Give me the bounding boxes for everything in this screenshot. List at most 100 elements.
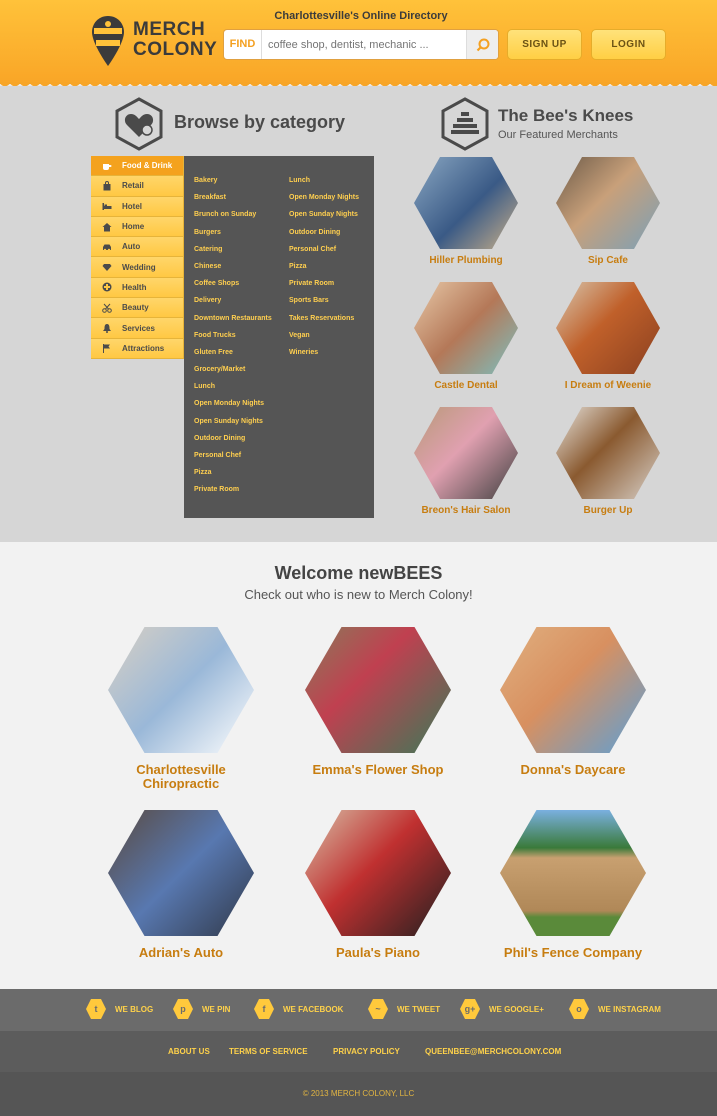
browse-title: Browse by category [174, 112, 346, 132]
category-label: Attractions [122, 343, 165, 353]
bee-pin-logo-icon[interactable] [90, 14, 126, 68]
category-auto[interactable]: Auto [91, 237, 184, 258]
flag-icon [101, 343, 113, 354]
featured-merchant-card[interactable]: Burger Up [556, 407, 660, 516]
merchant-photo [414, 282, 518, 374]
featured-merchant-card[interactable]: Breon's Hair Salon [414, 407, 518, 516]
subcategory-link[interactable]: Open Monday Nights [289, 193, 359, 210]
subcategory-link[interactable]: Delivery [194, 296, 272, 313]
social-link-tweet[interactable]: ~ WE TWEET [368, 999, 440, 1019]
login-button[interactable]: LOGIN [591, 29, 666, 60]
new-merchant-card[interactable]: Emma's Flower Shop [303, 627, 453, 777]
welcome-title: Welcome newBEES [274, 563, 443, 583]
search-button[interactable] [466, 30, 498, 59]
new-merchant-card[interactable]: Paula's Piano [303, 810, 453, 960]
subcategory-link[interactable]: Sports Bars [289, 296, 359, 313]
category-attractions[interactable]: Attractions [91, 338, 184, 359]
search-input[interactable] [262, 30, 466, 59]
social-label: WE PIN [202, 1004, 231, 1014]
social-link-facebook[interactable]: f WE FACEBOOK [254, 999, 343, 1019]
merchant-photo [305, 627, 451, 753]
footer-link-about[interactable]: ABOUT US [168, 1047, 210, 1056]
footer-link-email[interactable]: QUEENBEE@MERCHCOLONY.COM [425, 1047, 561, 1056]
subcategory-link[interactable]: Outdoor Dining [289, 228, 359, 245]
category-wedding[interactable]: Wedding [91, 257, 184, 278]
footer-link-terms[interactable]: TERMS OF SERVICE [229, 1047, 308, 1056]
category-label: Auto [122, 242, 141, 252]
subcategory-column-2: Lunch Open Monday Nights Open Sunday Nig… [289, 176, 359, 365]
subcategory-link[interactable]: Burgers [194, 228, 272, 245]
merchant-name: Breon's Hair Salon [421, 505, 511, 516]
subcategory-link[interactable]: Catering [194, 245, 272, 262]
subcategory-link[interactable]: Pizza [194, 468, 272, 485]
category-services[interactable]: Services [91, 318, 184, 339]
subcategory-link[interactable]: Vegan [289, 331, 359, 348]
copyright-text: © 2013 MERCH COLONY, LLC [302, 1089, 415, 1098]
featured-merchant-card[interactable]: Hiller Plumbing [414, 157, 518, 266]
subcategory-link[interactable]: Gluten Free [194, 348, 272, 365]
new-merchant-card[interactable]: Adrian's Auto [106, 810, 256, 960]
featured-merchant-card[interactable]: I Dream of Weenie [556, 282, 660, 391]
subcategory-link[interactable]: Takes Reservations [289, 314, 359, 331]
featured-title: The Bee's Knees [498, 106, 634, 125]
subcategory-column-1: Bakery Breakfast Brunch on Sunday Burger… [194, 176, 272, 503]
subcategory-link[interactable]: Open Monday Nights [194, 399, 272, 416]
logo-wordmark[interactable]: MERCH COLONY [133, 20, 217, 60]
social-link-blog[interactable]: t WE BLOG [86, 999, 153, 1019]
merchant-photo [500, 627, 646, 753]
merchant-name: Charlottesville Chiropractic [136, 762, 226, 791]
merchant-name: Hiller Plumbing [429, 255, 503, 266]
new-merchant-card[interactable]: Donna's Daycare [498, 627, 648, 777]
subcategory-link[interactable]: Coffee Shops [194, 279, 272, 296]
subcategory-link[interactable]: Private Room [289, 279, 359, 296]
subcategory-link[interactable]: Personal Chef [289, 245, 359, 262]
bag-icon [101, 181, 113, 191]
pinterest-icon: p [173, 999, 193, 1019]
subcategory-link[interactable]: Lunch [194, 382, 272, 399]
subcategory-link[interactable]: Open Sunday Nights [194, 417, 272, 434]
merchant-name: Donna's Daycare [520, 762, 626, 777]
search-find-label: FIND [224, 30, 262, 59]
signup-button[interactable]: SIGN UP [507, 29, 582, 60]
social-label: WE GOOGLE+ [489, 1004, 544, 1014]
category-beauty[interactable]: Beauty [91, 298, 184, 319]
subcategory-link[interactable]: Open Sunday Nights [289, 210, 359, 227]
new-merchant-card[interactable]: Charlottesville Chiropractic [106, 627, 256, 791]
category-food-drink[interactable]: Food & Drink [91, 156, 184, 177]
merchant-name: Sip Cafe [587, 255, 628, 266]
featured-merchant-card[interactable]: Sip Cafe [556, 157, 660, 266]
scissors-icon [101, 303, 113, 313]
featured-merchant-card[interactable]: Castle Dental [414, 282, 518, 391]
social-link-google[interactable]: g+ WE GOOGLE+ [460, 999, 544, 1019]
category-hotel[interactable]: Hotel [91, 196, 184, 217]
merchant-name: Adrian's Auto [138, 945, 224, 960]
footer-link-privacy[interactable]: PRIVACY POLICY [333, 1047, 400, 1056]
social-link-instagram[interactable]: o WE INSTAGRAM [569, 999, 661, 1019]
merchant-name: Phil's Fence Company [503, 945, 643, 960]
subcategory-link[interactable]: Private Room [194, 485, 272, 502]
category-home[interactable]: Home [91, 216, 184, 238]
subcategory-link[interactable]: Brunch on Sunday [194, 210, 272, 227]
site-header: MERCH COLONY Charlottesville's Online Di… [0, 0, 717, 88]
merchant-photo [556, 282, 660, 374]
category-label: Hotel [122, 201, 142, 211]
category-retail[interactable]: Retail [91, 176, 184, 197]
subcategory-link[interactable]: Outdoor Dining [194, 434, 272, 451]
category-health[interactable]: Health [91, 277, 184, 299]
subcategory-link[interactable]: Downtown Restaurants [194, 314, 272, 331]
merchant-photo [500, 810, 646, 936]
subcategory-link[interactable]: Food Trucks [194, 331, 272, 348]
subcategory-link[interactable]: Personal Chef [194, 451, 272, 468]
tumblr-icon: t [86, 999, 106, 1019]
subcategory-link[interactable]: Wineries [289, 348, 359, 365]
subcategory-link[interactable]: Grocery/Market [194, 365, 272, 382]
subcategory-link[interactable]: Chinese [194, 262, 272, 279]
subcategory-link[interactable]: Pizza [289, 262, 359, 279]
subcategory-link[interactable]: Lunch [289, 176, 359, 193]
category-label: Home [122, 222, 145, 232]
subcategory-link[interactable]: Bakery [194, 176, 272, 193]
diamond-icon [101, 262, 113, 272]
social-link-pin[interactable]: p WE PIN [173, 999, 230, 1019]
subcategory-link[interactable]: Breakfast [194, 193, 272, 210]
new-merchant-card[interactable]: Phil's Fence Company [498, 810, 648, 960]
